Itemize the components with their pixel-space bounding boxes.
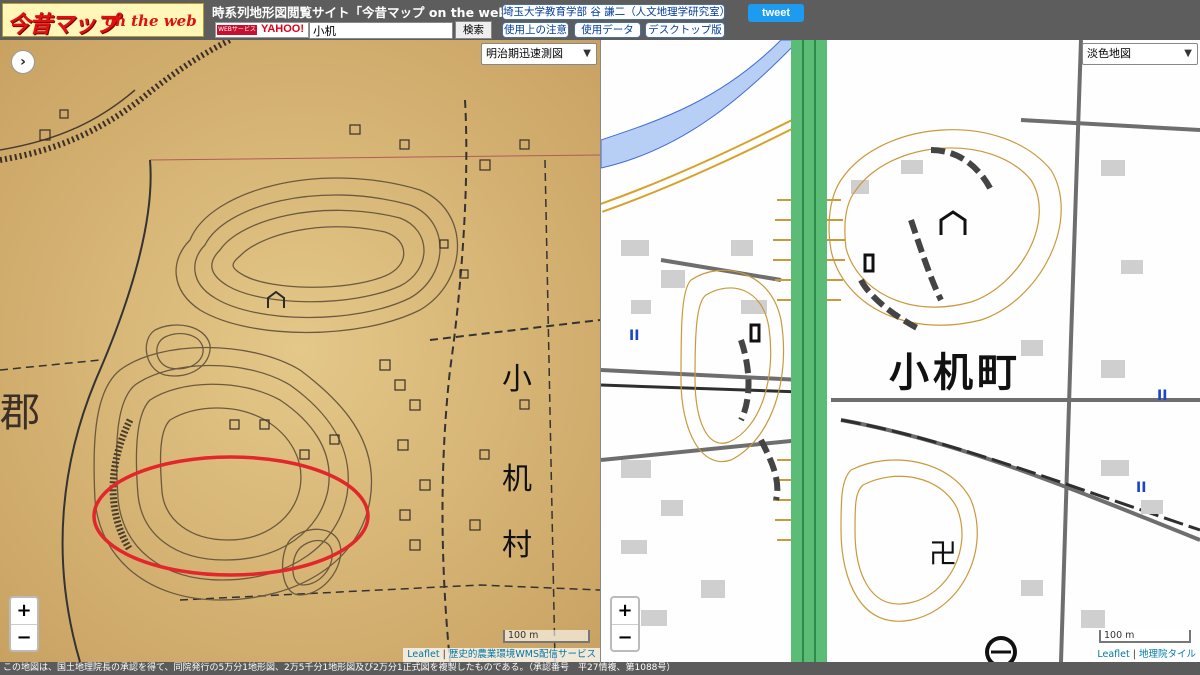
expand-panel-button[interactable]: › [11, 50, 35, 74]
author-link-button[interactable]: 埼玉大学教育学部 谷 謙二（人文地理学研究室） [502, 4, 730, 20]
modern-map-layer-value: 淡色地図 [1087, 47, 1131, 60]
zoom-in-button[interactable]: + [612, 598, 638, 624]
source-link[interactable]: 地理院タイル [1139, 649, 1196, 660]
web-service-label: WEBサービス [217, 25, 257, 35]
old-map-zoom-control: + − [9, 596, 39, 652]
rail-symbol-south: II [1136, 480, 1147, 496]
modern-map-pane[interactable]: 小机町 卍 II II II 淡色地図 ▼ + − 100 m Leaflet … [601, 40, 1200, 662]
leaflet-link[interactable]: Leaflet [407, 649, 439, 660]
village-label-char-1: 小 [502, 362, 532, 397]
district-label: 郡 [0, 390, 40, 436]
village-label-char-2: 机 [502, 462, 532, 497]
logo-main-text: 今昔マップ [7, 12, 118, 37]
source-link[interactable]: 歴史的農業環境WMS配信サービス [449, 649, 596, 660]
tweet-button[interactable]: tweet [748, 4, 804, 22]
copyright-footer: この地図は、国土地理院長の承認を得て、同院発行の5万分1地形図、2万5千分1地形… [0, 662, 1200, 675]
town-name-label: 小机町 [889, 350, 1021, 396]
site-title: 時系列地形図閲覧サイト「今昔マップ on the web」 [212, 5, 520, 20]
old-map-attribution: Leaflet | 歴史的農業環境WMS配信サービス [403, 648, 600, 662]
site-logo[interactable]: 今昔マップ on the web [2, 3, 204, 37]
rail-symbol-east: II [1157, 388, 1168, 404]
desktop-version-button[interactable]: デスクトップ版 [645, 22, 725, 38]
modern-map-zoom-control: + − [610, 596, 640, 652]
zoom-out-button[interactable]: − [612, 624, 638, 650]
search-button[interactable]: 検索 [455, 21, 492, 39]
usage-caution-button[interactable]: 使用上の注意 [502, 22, 569, 38]
old-map-scale-bar: 100 m [503, 630, 590, 643]
leaflet-link[interactable]: Leaflet [1097, 649, 1129, 660]
old-map-canvas [0, 40, 600, 662]
logo-sub-text: on the web [105, 12, 197, 30]
old-map-layer-select[interactable]: 明治期迅速測図 ▼ [481, 43, 597, 65]
modern-map-scale-bar: 100 m [1099, 630, 1191, 643]
place-search-input[interactable] [309, 22, 453, 39]
village-label-char-3: 村 [502, 528, 532, 563]
temple-icon: 卍 [929, 537, 958, 570]
chevron-down-icon: ▼ [583, 48, 591, 59]
old-map-pane[interactable]: 小 机 村 郡 › 明治期迅速測図 ▼ + − 100 m Leaflet | … [0, 40, 600, 662]
modern-map-attribution: Leaflet | 地理院タイル [1093, 648, 1200, 662]
yahoo-logo: YAHOO! [261, 23, 304, 35]
rail-symbol-west: II [629, 328, 640, 344]
data-sources-button[interactable]: 使用データ [574, 22, 641, 38]
zoom-in-button[interactable]: + [11, 598, 37, 624]
railway-shinkansen [791, 40, 827, 662]
app-header: 今昔マップ on the web 時系列地形図閲覧サイト「今昔マップ on th… [0, 0, 1200, 40]
modern-map-layer-select[interactable]: 淡色地図 ▼ [1082, 43, 1198, 65]
yahoo-search-badge: WEBサービス YAHOO! [215, 22, 309, 38]
zoom-out-button[interactable]: − [11, 624, 37, 650]
old-map-layer-value: 明治期迅速測図 [486, 47, 563, 60]
chevron-down-icon: ▼ [1184, 48, 1192, 59]
